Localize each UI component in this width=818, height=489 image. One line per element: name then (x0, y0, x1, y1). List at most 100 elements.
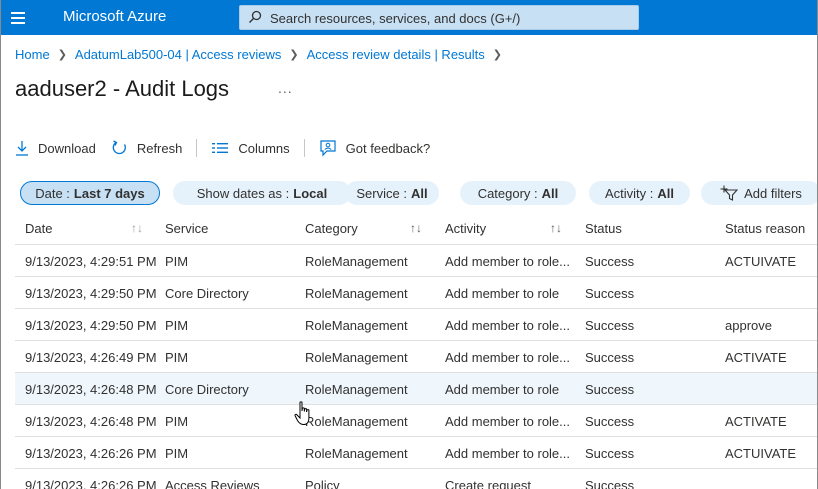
cell-category: Policy (305, 478, 340, 489)
sort-icon[interactable]: ↑↓ (550, 221, 562, 235)
table-row[interactable]: 9/13/2023, 4:26:48 PM Core Directory RoleM… (15, 373, 817, 405)
filter-category[interactable]: Category : All (460, 181, 576, 205)
more-options-button[interactable]: ... (278, 80, 293, 96)
columns-button[interactable]: Columns (211, 140, 290, 156)
filter-service[interactable]: Service : All (345, 181, 439, 205)
cell-category: RoleManagement (305, 254, 408, 269)
sort-icon[interactable]: ↑↓ (410, 221, 422, 235)
cell-service: PIM (165, 414, 189, 429)
cell-category: RoleManagement (305, 350, 408, 365)
add-filter-icon (720, 185, 739, 201)
cell-status-reason: approve (725, 318, 772, 333)
table-header: Date ↑↓ Service Category ↑↓ Activity ↑↓ … (15, 212, 817, 245)
feedback-button[interactable]: Got feedback? (319, 139, 431, 157)
cell-date: 9/13/2023, 4:26:26 PM (25, 446, 157, 461)
column-header-service[interactable]: Service (165, 221, 208, 236)
table-row[interactable]: 9/13/2023, 4:29:50 PM PIM RoleManagement Ad… (15, 309, 817, 341)
download-icon (16, 141, 28, 156)
breadcrumb-review-results[interactable]: Access review details | Results (307, 47, 485, 62)
cell-category: RoleManagement (305, 286, 408, 301)
filter-activity-label: Activity : (604, 185, 654, 201)
filter-date-label: Date : (35, 185, 70, 201)
table-row[interactable]: 9/13/2023, 4:26:26 PM PIM RoleManagement Ad… (15, 437, 817, 469)
filter-date[interactable]: Date : Last 7 days (20, 181, 160, 205)
column-header-date[interactable]: Date (25, 221, 52, 236)
brand-title[interactable]: Microsoft Azure (63, 8, 166, 25)
filter-activity-value: All (657, 185, 675, 201)
cell-status-reason: ACTIVATE (725, 350, 787, 365)
menu-icon[interactable] (10, 9, 28, 25)
column-header-status-reason[interactable]: Status reason (725, 221, 805, 236)
cell-status: Success (585, 286, 635, 301)
cell-service: Access Reviews (165, 478, 260, 489)
chevron-right-icon: ❯ (492, 49, 502, 61)
filter-service-label: Service : (356, 185, 407, 201)
refresh-button[interactable]: Refresh (112, 140, 183, 156)
cell-date: 9/13/2023, 4:26:48 PM (25, 414, 157, 429)
cell-activity: Add member to role... (445, 446, 570, 461)
feedback-label: Got feedback? (345, 140, 431, 156)
table-row[interactable]: 9/13/2023, 4:29:50 PM Core Directory RoleM… (15, 277, 817, 309)
breadcrumb-access-reviews[interactable]: AdatumLab500-04 | Access reviews (75, 47, 281, 62)
cell-activity: Add member to role... (445, 414, 570, 429)
cell-service: Core Directory (165, 286, 249, 301)
search-placeholder: Search resources, services, and docs (G+… (270, 11, 521, 26)
columns-label: Columns (238, 140, 290, 156)
table-body: 9/13/2023, 4:29:51 PM PIM RoleManagement Ad… (15, 245, 817, 489)
cell-status-reason: ACTIVATE (725, 414, 787, 429)
cell-service: PIM (165, 446, 189, 461)
filter-show-dates-value: Local (293, 185, 328, 201)
cell-activity: Create request (445, 478, 531, 489)
command-bar: Download Refresh Columns Got feedback? (15, 137, 430, 159)
cell-status-reason: ACTUIVATE (725, 446, 797, 461)
cell-service: PIM (165, 254, 189, 269)
breadcrumb: Home ❯ AdatumLab500-04 | Access reviews … (15, 47, 510, 62)
cell-date: 9/13/2023, 4:26:49 PM (25, 350, 157, 365)
chevron-right-icon: ❯ (57, 49, 67, 61)
cell-category: RoleManagement (305, 318, 408, 333)
cell-date: 9/13/2023, 4:26:26 PM (25, 478, 157, 489)
cell-category: RoleManagement (305, 382, 408, 397)
columns-icon (212, 143, 229, 153)
cell-status: Success (585, 478, 635, 489)
cell-service: Core Directory (165, 382, 249, 397)
filter-show-dates[interactable]: Show dates as : Local (173, 181, 351, 205)
cell-date: 9/13/2023, 4:29:51 PM (25, 254, 157, 269)
add-filters-button[interactable]: Add filters (701, 181, 817, 205)
cell-activity: Add member to role... (445, 254, 570, 269)
download-button[interactable]: Download (15, 140, 96, 156)
column-header-category[interactable]: Category (305, 221, 358, 236)
filter-show-dates-label: Show dates as : (196, 185, 290, 201)
download-label: Download (38, 140, 96, 156)
cell-date: 9/13/2023, 4:26:48 PM (25, 382, 157, 397)
cell-status: Success (585, 446, 635, 461)
cell-category: RoleManagement (305, 414, 408, 429)
column-header-activity[interactable]: Activity (445, 221, 486, 236)
sort-icon[interactable]: ↑↓ (131, 221, 143, 235)
cell-service: PIM (165, 350, 189, 365)
filter-activity[interactable]: Activity : All (589, 181, 690, 205)
refresh-label: Refresh (136, 140, 183, 156)
cell-status: Success (585, 382, 635, 397)
app-window: Microsoft Azure Search resources, servic… (0, 0, 818, 489)
table-row[interactable]: 9/13/2023, 4:29:51 PM PIM RoleManagement Ad… (15, 245, 817, 277)
table-row[interactable]: 9/13/2023, 4:26:48 PM PIM RoleManagement Ad… (15, 405, 817, 437)
breadcrumb-home[interactable]: Home (15, 47, 50, 62)
cell-category: RoleManagement (305, 446, 408, 461)
cell-status: Success (585, 414, 635, 429)
top-bar: Microsoft Azure Search resources, servic… (1, 0, 817, 35)
cell-date: 9/13/2023, 4:29:50 PM (25, 318, 157, 333)
search-icon (249, 10, 262, 23)
column-header-status[interactable]: Status (585, 221, 622, 236)
filter-date-value: Last 7 days (73, 185, 145, 201)
search-input[interactable]: Search resources, services, and docs (G+… (239, 5, 639, 30)
cell-status: Success (585, 318, 635, 333)
filter-category-value: All (541, 185, 559, 201)
cell-activity: Add member to role (445, 286, 560, 301)
table-row[interactable]: 9/13/2023, 4:26:26 PM Access Reviews Polic… (15, 469, 817, 489)
table-row[interactable]: 9/13/2023, 4:26:49 PM PIM RoleManagement Ad… (15, 341, 817, 373)
hand-cursor-icon (294, 401, 310, 426)
audit-log-table: Date ↑↓ Service Category ↑↓ Activity ↑↓ … (15, 212, 817, 489)
cell-status: Success (585, 254, 635, 269)
filter-category-label: Category : (477, 185, 538, 201)
